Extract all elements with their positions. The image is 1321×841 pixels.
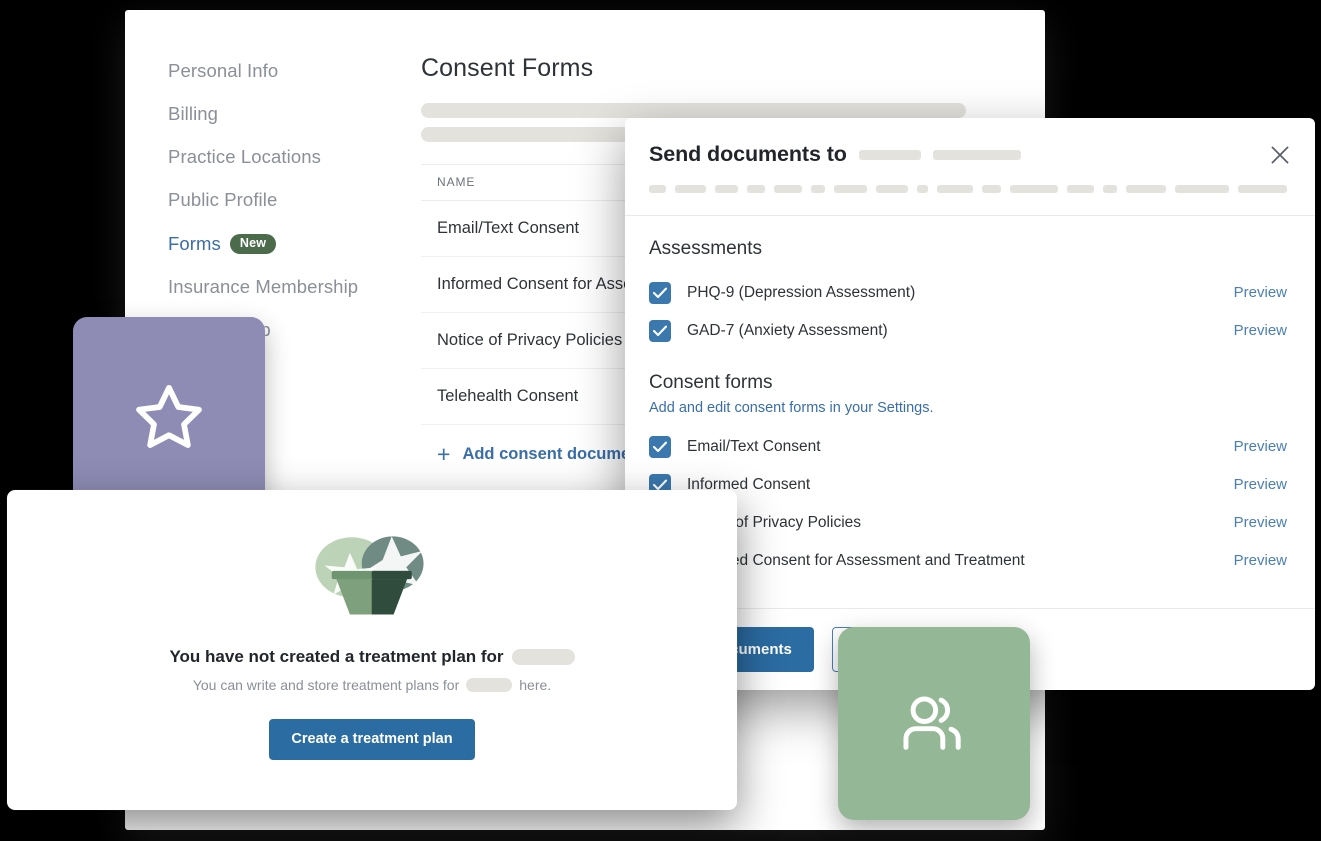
treasure-chest-illustration: [299, 520, 444, 620]
consent-option-row: Informed Consent for Assessment and Trea…: [649, 542, 1287, 580]
preview-link[interactable]: Preview: [1234, 476, 1287, 493]
consent-label: Notice of Privacy Policies: [687, 514, 1234, 532]
create-treatment-plan-button[interactable]: Create a treatment plan: [269, 719, 474, 760]
sidebar-item-label: Billing: [168, 103, 218, 124]
sidebar-item-label: Forms: [168, 235, 221, 254]
consent-checkbox[interactable]: [649, 436, 671, 458]
star-icon: [131, 380, 207, 452]
check-icon: [653, 325, 667, 337]
new-badge: New: [230, 234, 276, 254]
assessment-label: PHQ-9 (Depression Assessment): [687, 284, 1234, 302]
screenshot-stage: Personal Info Billing Practice Locations…: [0, 0, 1321, 841]
preview-link[interactable]: Preview: [1234, 284, 1287, 301]
modal-header: Send documents to: [625, 118, 1315, 216]
assessments-heading: Assessments: [649, 238, 1287, 260]
consent-option-row: Notice of Privacy Policies Preview: [649, 504, 1287, 542]
treatment-plan-title: You have not created a treatment plan fo…: [7, 647, 737, 667]
client-name-redaction: [466, 678, 512, 692]
consent-label: Informed Consent for Assessment and Trea…: [687, 552, 1234, 570]
sidebar-item-label: Insurance Membership: [168, 276, 358, 297]
close-button[interactable]: [1267, 142, 1293, 168]
sidebar-item-billing[interactable]: Billing: [168, 105, 428, 124]
treatment-plan-title-text: You have not created a treatment plan fo…: [169, 647, 503, 667]
treatment-plan-card: You have not created a treatment plan fo…: [7, 490, 737, 810]
close-icon: [1267, 142, 1293, 168]
sidebar-item-public-profile[interactable]: Public Profile: [168, 191, 428, 210]
recipient-redaction-1: [859, 150, 921, 160]
consent-label: Email/Text Consent: [687, 438, 1234, 456]
sidebar-item-forms[interactable]: Forms New: [168, 234, 428, 254]
clients-tile[interactable]: [838, 627, 1030, 820]
sidebar-item-practice-locations[interactable]: Practice Locations: [168, 148, 428, 167]
client-name-redaction: [512, 649, 575, 665]
assessment-option-row: GAD-7 (Anxiety Assessment) Preview: [649, 312, 1287, 350]
favorites-tile[interactable]: [73, 317, 265, 514]
page-title: Consent Forms: [421, 54, 1045, 83]
recipient-redaction-2: [933, 150, 1021, 160]
assessment-option-row: PHQ-9 (Depression Assessment) Preview: [649, 274, 1287, 312]
consent-label: Informed Consent: [687, 476, 1234, 494]
description-placeholder-line-1: [421, 103, 966, 118]
sidebar-item-insurance-membership[interactable]: Insurance Membership: [168, 278, 428, 297]
people-icon: [897, 691, 971, 757]
sidebar-item-label: Personal Info: [168, 60, 278, 81]
treatment-plan-subtitle: You can write and store treatment plans …: [7, 677, 737, 693]
preview-link[interactable]: Preview: [1234, 514, 1287, 531]
plus-icon: +: [437, 443, 450, 466]
treatment-plan-subtitle-prefix: You can write and store treatment plans …: [193, 677, 459, 693]
add-consent-document-label: Add consent document: [462, 445, 645, 464]
assessment-label: GAD-7 (Anxiety Assessment): [687, 322, 1234, 340]
assessment-checkbox[interactable]: [649, 282, 671, 304]
consent-option-row: Email/Text Consent Preview: [649, 428, 1287, 466]
settings-link[interactable]: Add and edit consent forms in your Setti…: [649, 400, 1287, 416]
section-divider-space: [649, 350, 1287, 372]
sidebar-item-label: Public Profile: [168, 189, 277, 210]
consent-option-row: Informed Consent Preview: [649, 466, 1287, 504]
preview-link[interactable]: Preview: [1234, 552, 1287, 569]
preview-link[interactable]: Preview: [1234, 322, 1287, 339]
sidebar-item-personal-info[interactable]: Personal Info: [168, 62, 428, 81]
sidebar-item-label: Practice Locations: [168, 146, 321, 167]
modal-title: Send documents to: [649, 144, 847, 166]
treatment-plan-subtitle-suffix: here.: [519, 677, 551, 693]
check-icon: [653, 479, 667, 491]
check-icon: [653, 441, 667, 453]
consent-forms-heading: Consent forms: [649, 372, 1287, 394]
subtitle-redaction-row: [649, 185, 1287, 193]
assessment-checkbox[interactable]: [649, 320, 671, 342]
check-icon: [653, 287, 667, 299]
preview-link[interactable]: Preview: [1234, 438, 1287, 455]
